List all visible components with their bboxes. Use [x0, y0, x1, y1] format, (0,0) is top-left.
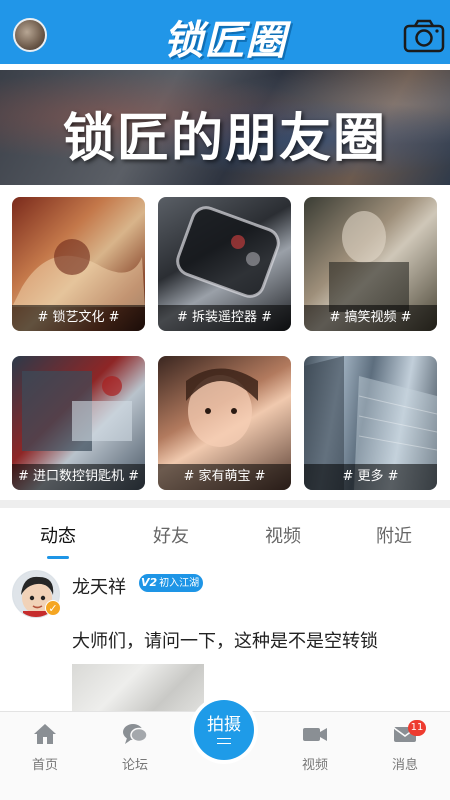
nav-forum[interactable]: 论坛	[100, 722, 170, 773]
category-label: # 家有萌宝 #	[158, 464, 291, 490]
banner-title: 锁匠的朋友圈	[62, 109, 387, 169]
nav-forum-label: 论坛	[121, 758, 148, 773]
post-content[interactable]: 大师们，请问一下，这种是不是空转锁	[72, 627, 378, 653]
shoot-button[interactable]: 拍摄	[190, 696, 258, 764]
section-divider	[0, 500, 450, 508]
category-label: # 拆装遥控器 #	[158, 305, 291, 331]
tab-videos[interactable]: 视频	[227, 522, 339, 548]
post-author-name[interactable]: 龙天祥	[72, 573, 126, 599]
tab-friends[interactable]: 好友	[115, 522, 227, 548]
menu-lines-icon	[217, 738, 231, 744]
nav-video[interactable]: 视频	[280, 722, 350, 773]
category-label: # 更多 #	[304, 464, 437, 490]
category-tile-remote[interactable]: # 拆装遥控器 #	[158, 197, 291, 331]
verified-icon: ✓	[45, 600, 61, 616]
category-label: # 锁艺文化 #	[12, 305, 145, 331]
video-camera-icon	[303, 728, 327, 741]
feed-tabs: 动态 好友 视频 附近	[0, 508, 450, 560]
category-label: # 搞笑视频 #	[304, 305, 437, 331]
hero-banner[interactable]: 锁匠的朋友圈	[0, 70, 450, 185]
nav-messages-label: 消息	[391, 758, 418, 773]
post-image[interactable]	[72, 664, 204, 714]
user-level-badge: V2 初入江湖	[139, 574, 204, 592]
category-tile-cute-baby[interactable]: # 家有萌宝 #	[158, 356, 291, 490]
tab-dynamic[interactable]: 动态	[2, 522, 114, 548]
category-tile-funny-video[interactable]: # 搞笑视频 #	[304, 197, 437, 331]
level-number: V2	[141, 576, 158, 589]
shoot-label: 拍摄	[207, 715, 241, 735]
chat-bubbles-icon	[123, 724, 148, 744]
app-header: 锁匠圈	[0, 0, 450, 68]
app-logo: 锁匠圈	[163, 18, 287, 64]
category-tile-key-machine[interactable]: # 进口数控钥匙机 #	[12, 356, 145, 490]
shoot-button-inner: 拍摄	[194, 700, 254, 760]
category-tile-lock-art[interactable]: # 锁艺文化 #	[12, 197, 145, 331]
active-tab-indicator	[47, 556, 69, 559]
nav-messages[interactable]: 消息	[370, 722, 440, 773]
message-count-badge: 11	[408, 720, 426, 736]
category-label: # 进口数控钥匙机 #	[12, 464, 145, 490]
nav-home-label: 首页	[31, 758, 58, 773]
level-label: 初入江湖	[159, 578, 200, 589]
camera-icon[interactable]	[403, 19, 445, 53]
nav-home[interactable]: 首页	[10, 722, 80, 773]
tab-nearby[interactable]: 附近	[338, 522, 450, 548]
category-tile-more[interactable]: # 更多 #	[304, 356, 437, 490]
nav-video-label: 视频	[301, 758, 328, 773]
home-icon	[34, 724, 56, 744]
